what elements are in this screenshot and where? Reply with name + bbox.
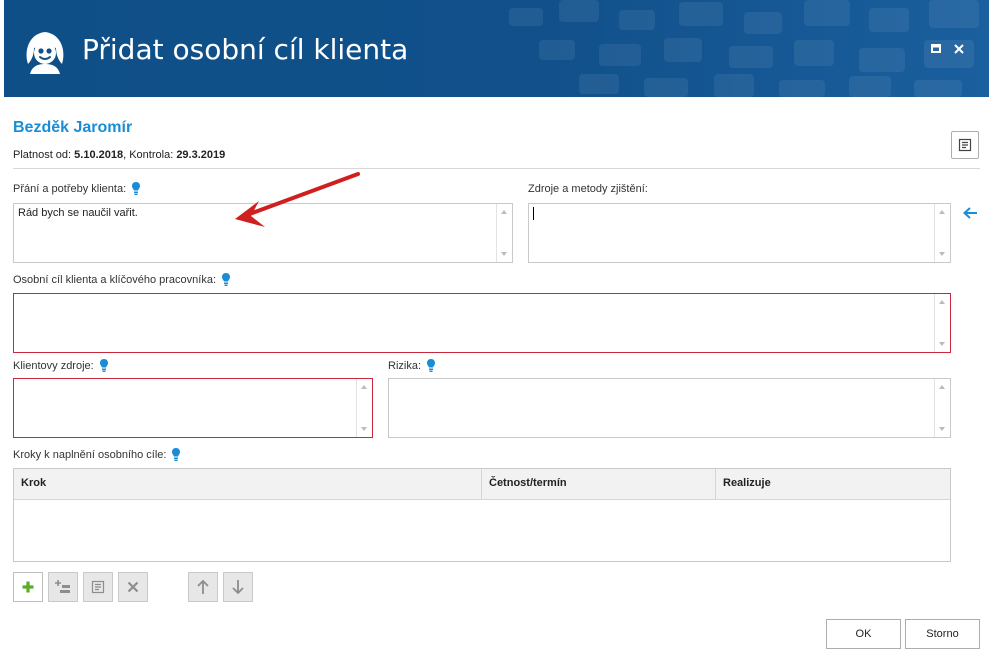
lightbulb-icon[interactable]	[221, 272, 231, 287]
client-face-icon	[26, 32, 64, 74]
sources-textarea[interactable]	[528, 203, 951, 263]
text-caret	[533, 207, 534, 220]
client-resources-textarea[interactable]	[13, 378, 373, 438]
arrow-up-icon	[197, 579, 209, 594]
client-name: Bezděk Jaromír	[13, 119, 133, 136]
plus-icon	[22, 581, 34, 593]
steps-table[interactable]: Krok Četnost/termín Realizuje	[13, 468, 951, 562]
lightbulb-icon[interactable]	[426, 358, 436, 373]
arrow-left-icon[interactable]	[962, 206, 978, 220]
header-separator	[13, 168, 980, 169]
steps-label: Kroky k naplnění osobního cíle:	[13, 448, 167, 461]
risks-textarea[interactable]	[388, 378, 951, 438]
sources-label-row: Zdroje a metody zjištění:	[528, 183, 648, 195]
annotation-arrow-icon	[235, 172, 360, 227]
control-label: Kontrola:	[129, 149, 174, 161]
column-header-step[interactable]: Krok	[14, 469, 482, 499]
client-resources-label: Klientovy zdroje:	[13, 359, 94, 372]
add-sub-icon	[55, 580, 70, 593]
validity-label: Platnost od:	[13, 149, 72, 161]
title-bar-pattern	[509, 0, 979, 97]
move-down-button[interactable]	[223, 572, 253, 602]
cancel-button[interactable]: Storno	[905, 619, 980, 649]
lightbulb-icon[interactable]	[171, 447, 181, 462]
goal-textarea[interactable]	[13, 293, 951, 353]
sources-scrollbar[interactable]	[934, 204, 950, 262]
risks-label-row: Rizika:	[388, 358, 436, 373]
control-date: 29.3.2019	[176, 149, 226, 161]
steps-label-row: Kroky k naplnění osobního cíle:	[13, 447, 181, 462]
delete-icon	[127, 581, 139, 593]
arrow-down-icon	[232, 580, 244, 595]
client-resources-label-row: Klientovy zdroje:	[13, 358, 109, 373]
title-bar: Přidat osobní cíl klienta	[4, 0, 989, 97]
add-step-button[interactable]	[13, 572, 43, 602]
edit-step-button[interactable]	[83, 572, 113, 602]
delete-step-button[interactable]	[118, 572, 148, 602]
window-title: Přidat osobní cíl klienta	[82, 33, 409, 66]
note-icon	[958, 138, 972, 152]
goal-label-row: Osobní cíl klienta a klíčového pracovník…	[13, 272, 231, 287]
ok-button[interactable]: OK	[826, 619, 901, 649]
risks-label: Rizika:	[388, 359, 422, 372]
close-icon[interactable]	[952, 42, 966, 56]
maximize-icon[interactable]	[929, 42, 943, 56]
goal-label: Osobní cíl klienta a klíčového pracovník…	[13, 273, 216, 286]
wishes-label-row: Přání a potřeby klienta:	[13, 181, 141, 196]
edit-icon	[91, 580, 105, 594]
validity-from: 5.10.2018	[74, 149, 124, 161]
steps-table-header: Krok Četnost/termín Realizuje	[14, 469, 950, 500]
column-header-performer[interactable]: Realizuje	[716, 469, 950, 499]
add-substep-button[interactable]	[48, 572, 78, 602]
note-button[interactable]	[951, 131, 979, 159]
lightbulb-icon[interactable]	[131, 181, 141, 196]
column-header-frequency[interactable]: Četnost/termín	[482, 469, 716, 499]
goal-scrollbar[interactable]	[934, 294, 950, 352]
sources-label: Zdroje a metody zjištění:	[528, 183, 648, 195]
validity-info: Platnost od: 5.10.2018, Kontrola: 29.3.2…	[13, 149, 226, 161]
client-resources-scrollbar[interactable]	[356, 379, 372, 437]
wishes-value: Rád bych se naučil vařit.	[18, 207, 138, 219]
lightbulb-icon[interactable]	[99, 358, 109, 373]
move-up-button[interactable]	[188, 572, 218, 602]
wishes-scrollbar[interactable]	[496, 204, 512, 262]
risks-scrollbar[interactable]	[934, 379, 950, 437]
wishes-label: Přání a potřeby klienta:	[13, 182, 127, 195]
